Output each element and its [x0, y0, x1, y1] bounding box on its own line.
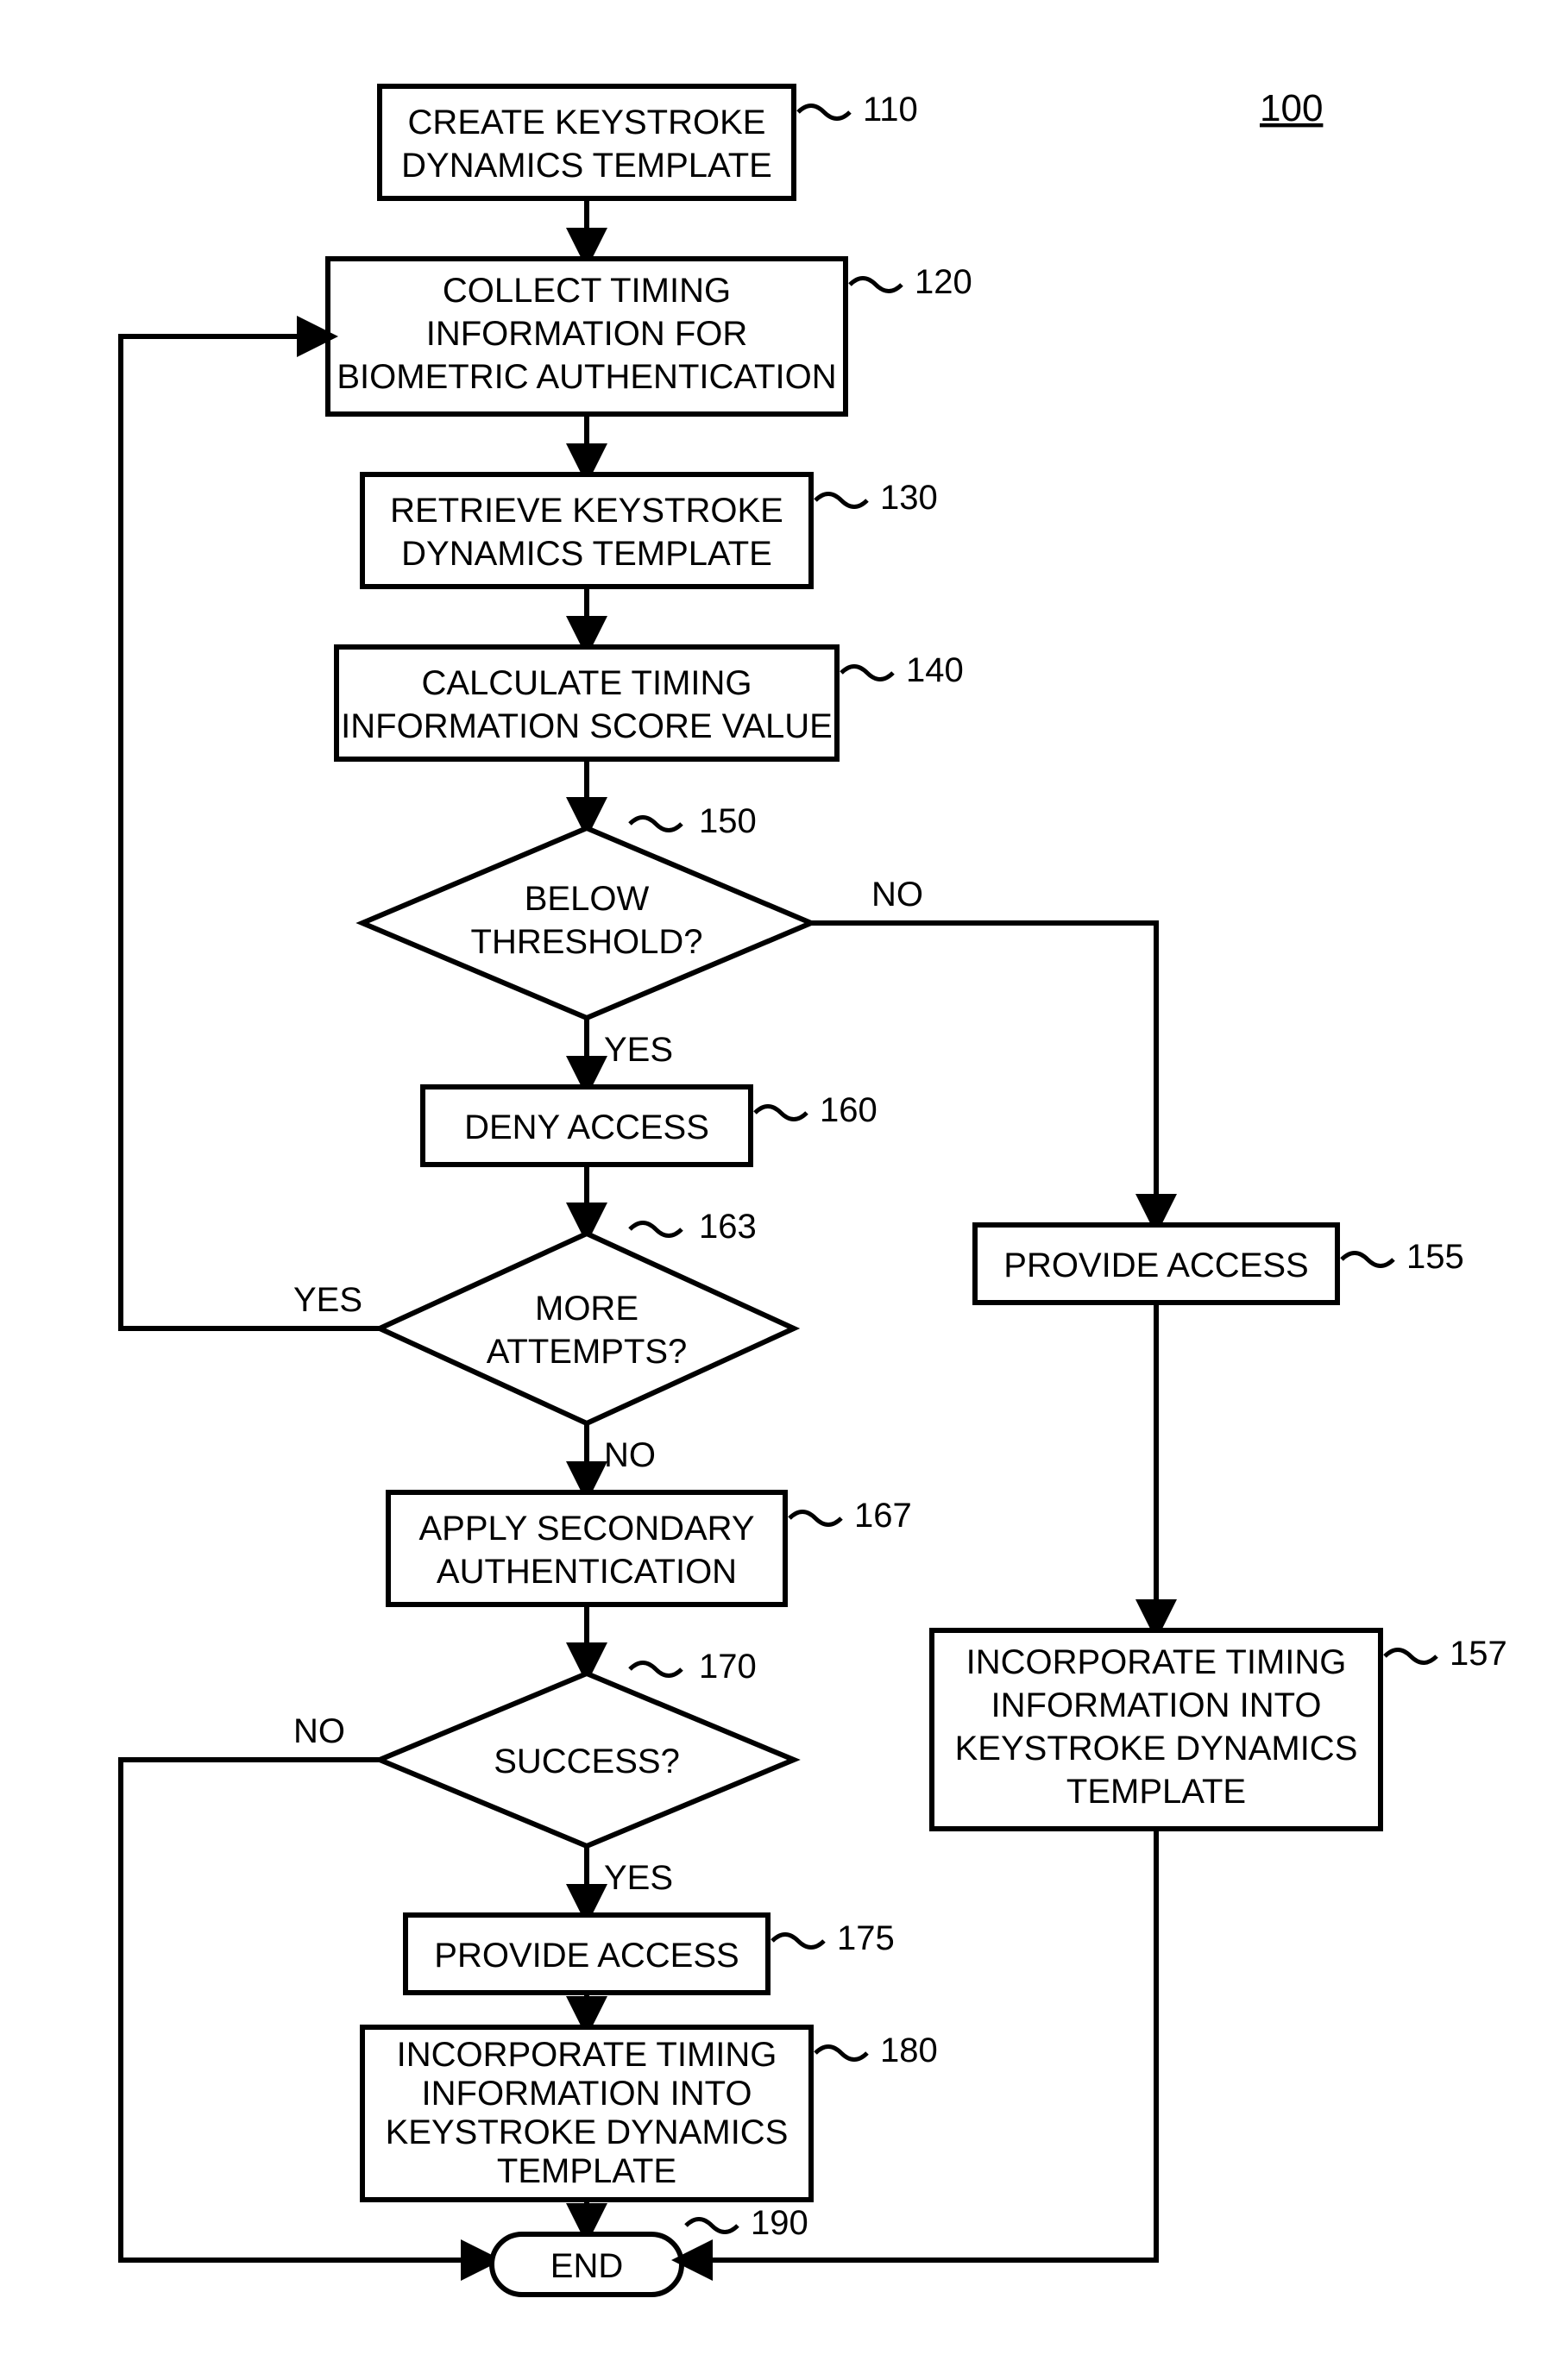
svg-text:DYNAMICS TEMPLATE: DYNAMICS TEMPLATE [401, 535, 772, 573]
node-130: RETRIEVE KEYSTROKE DYNAMICS TEMPLATE 130 [362, 474, 938, 587]
svg-text:KEYSTROKE DYNAMICS: KEYSTROKE DYNAMICS [955, 1730, 1358, 1768]
svg-text:INFORMATION INTO: INFORMATION INTO [422, 2075, 752, 2113]
svg-text:157: 157 [1450, 1635, 1507, 1673]
svg-text:ATTEMPTS?: ATTEMPTS? [487, 1333, 688, 1371]
node-167: APPLY SECONDARY AUTHENTICATION 167 [388, 1492, 912, 1604]
svg-text:INFORMATION INTO: INFORMATION INTO [991, 1686, 1322, 1724]
svg-text:180: 180 [880, 2031, 938, 2069]
node-160: DENY ACCESS 160 [423, 1087, 878, 1165]
svg-text:160: 160 [820, 1091, 878, 1129]
svg-text:TEMPLATE: TEMPLATE [1066, 1773, 1246, 1811]
label-163-yes: YES [293, 1281, 362, 1319]
svg-text:175: 175 [837, 1919, 895, 1957]
svg-text:TEMPLATE: TEMPLATE [497, 2152, 676, 2190]
svg-text:PROVIDE ACCESS: PROVIDE ACCESS [434, 1937, 739, 1975]
svg-text:BIOMETRIC AUTHENTICATION: BIOMETRIC AUTHENTICATION [337, 358, 836, 396]
node-150: BELOW THRESHOLD? 150 [362, 802, 811, 1018]
svg-text:APPLY SECONDARY: APPLY SECONDARY [418, 1510, 754, 1548]
svg-text:DENY ACCESS: DENY ACCESS [464, 1108, 709, 1146]
node-155: PROVIDE ACCESS 155 [975, 1225, 1464, 1303]
svg-text:AUTHENTICATION: AUTHENTICATION [437, 1553, 737, 1591]
label-150-yes: YES [604, 1031, 673, 1069]
svg-text:THRESHOLD?: THRESHOLD? [471, 923, 703, 961]
svg-text:140: 140 [906, 651, 964, 689]
figure-number: 100 [1260, 87, 1323, 129]
node-140: CALCULATE TIMING INFORMATION SCORE VALUE… [337, 647, 964, 759]
svg-text:END: END [550, 2247, 623, 2285]
node-110: CREATE KEYSTROKE DYNAMICS TEMPLATE 110 [380, 86, 918, 198]
label-150-no: NO [871, 876, 923, 914]
svg-text:SUCCESS?: SUCCESS? [494, 1743, 680, 1780]
svg-text:INFORMATION FOR: INFORMATION FOR [426, 315, 748, 353]
svg-text:MORE: MORE [535, 1290, 638, 1328]
node-157: INCORPORATE TIMING INFORMATION INTO KEYS… [932, 1630, 1507, 1829]
svg-text:PROVIDE ACCESS: PROVIDE ACCESS [1003, 1247, 1308, 1284]
svg-text:COLLECT TIMING: COLLECT TIMING [443, 272, 731, 310]
svg-text:INCORPORATE TIMING: INCORPORATE TIMING [966, 1643, 1347, 1681]
svg-text:CREATE KEYSTROKE: CREATE KEYSTROKE [408, 104, 766, 141]
svg-text:167: 167 [854, 1497, 912, 1535]
svg-text:CALCULATE TIMING: CALCULATE TIMING [421, 664, 752, 702]
node-end: END 190 [492, 2204, 808, 2295]
label-170-yes: YES [604, 1859, 673, 1897]
label-163-no: NO [604, 1436, 656, 1474]
svg-text:130: 130 [880, 479, 938, 517]
node-175: PROVIDE ACCESS 175 [406, 1915, 895, 1993]
svg-text:INCORPORATE TIMING: INCORPORATE TIMING [397, 2036, 777, 2074]
svg-text:INFORMATION SCORE VALUE: INFORMATION SCORE VALUE [341, 707, 833, 745]
label-170-no: NO [293, 1712, 345, 1750]
node-163: MORE ATTEMPTS? 163 [380, 1208, 794, 1423]
node-170: SUCCESS? 170 [380, 1648, 794, 1846]
svg-text:155: 155 [1406, 1238, 1464, 1276]
svg-text:163: 163 [699, 1208, 757, 1246]
svg-text:RETRIEVE KEYSTROKE: RETRIEVE KEYSTROKE [390, 492, 783, 530]
svg-text:KEYSTROKE DYNAMICS: KEYSTROKE DYNAMICS [386, 2113, 789, 2151]
svg-text:120: 120 [915, 263, 972, 301]
svg-text:150: 150 [699, 802, 757, 840]
svg-text:DYNAMICS TEMPLATE: DYNAMICS TEMPLATE [401, 147, 772, 185]
node-120: COLLECT TIMING INFORMATION FOR BIOMETRIC… [328, 259, 972, 414]
svg-text:110: 110 [863, 91, 918, 129]
node-180: INCORPORATE TIMING INFORMATION INTO KEYS… [362, 2027, 938, 2200]
svg-text:170: 170 [699, 1648, 757, 1686]
svg-text:BELOW: BELOW [525, 880, 650, 918]
svg-text:190: 190 [751, 2204, 808, 2242]
